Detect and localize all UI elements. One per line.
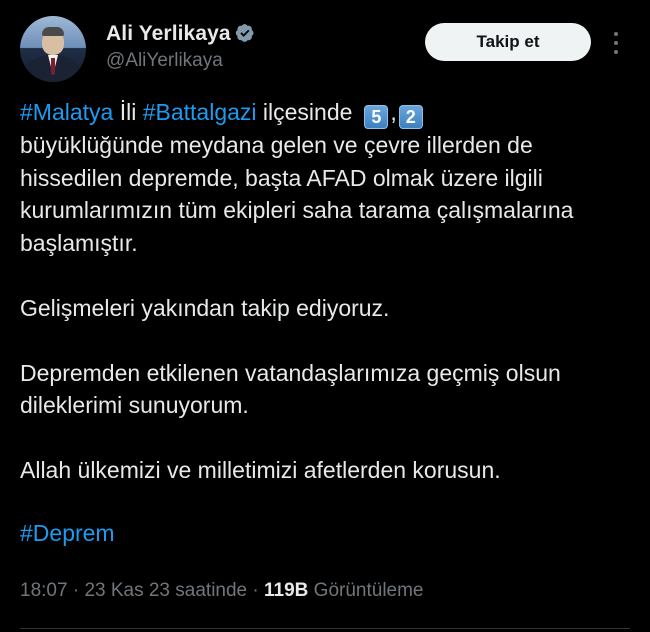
tweet-meta: 18:07 · 23 Kas 23 saatinde · 119B Görünt… — [20, 580, 424, 602]
hashtag-deprem[interactable]: #Deprem — [20, 520, 115, 546]
tweet-text-segment: , — [390, 99, 397, 125]
meta-separator: · — [67, 580, 85, 601]
tweet-text-segment: İli — [113, 99, 143, 125]
avatar[interactable] — [20, 16, 86, 82]
avatar-hair — [42, 27, 64, 36]
keycap-digit-emoji: 2 — [398, 105, 423, 129]
divider — [20, 628, 630, 629]
tweet-time[interactable]: 18:07 — [20, 580, 68, 601]
author-handle[interactable]: @AliYerlikaya — [106, 50, 223, 72]
tweet-paragraph-2: Gelişmeleri yakından takip ediyoruz. — [20, 294, 390, 321]
tweet-paragraph-1: #Malatya İli #Battalgazi ilçesinde 5, 2 bü… — [20, 96, 640, 259]
avatar-tie — [51, 58, 55, 74]
tweet-text-segment: büyüklüğünde meydana gelen ve çevre ille… — [20, 132, 574, 256]
tweet-header: Ali Yerlikaya @AliYerlikaya Takip et — [0, 0, 650, 100]
meta-separator: · — [247, 580, 265, 601]
views-label: Görüntüleme — [308, 580, 424, 601]
more-dot — [614, 50, 618, 54]
tweet-paragraph-3: Depremden etkilenen vatandaşlarımıza geç… — [20, 359, 561, 419]
tweet-text-segment: ilçesinde — [256, 99, 353, 125]
more-options-icon[interactable] — [606, 30, 626, 56]
verified-badge-icon — [235, 24, 254, 42]
tweet-text: #Malatya İli #Battalgazi ilçesinde 5, 2 bü… — [20, 96, 640, 582]
hashtag-malatya[interactable]: #Malatya — [20, 99, 113, 125]
author-name[interactable]: Ali Yerlikaya — [106, 22, 231, 46]
more-dot — [614, 32, 618, 36]
hashtag-battalgazi[interactable]: #Battalgazi — [143, 99, 257, 125]
views-count: 119B — [264, 580, 309, 601]
keycap-digit-emoji: 5 — [364, 105, 389, 129]
more-dot — [614, 41, 618, 45]
tweet-paragraph-4: Allah ülkemizi ve milletimizi afetlerden… — [20, 457, 501, 483]
tweet-date[interactable]: 23 Kas 23 saatinde — [84, 580, 247, 601]
tweet-paragraph-5: #Deprem — [20, 517, 640, 550]
follow-button[interactable]: Takip et — [425, 23, 591, 61]
